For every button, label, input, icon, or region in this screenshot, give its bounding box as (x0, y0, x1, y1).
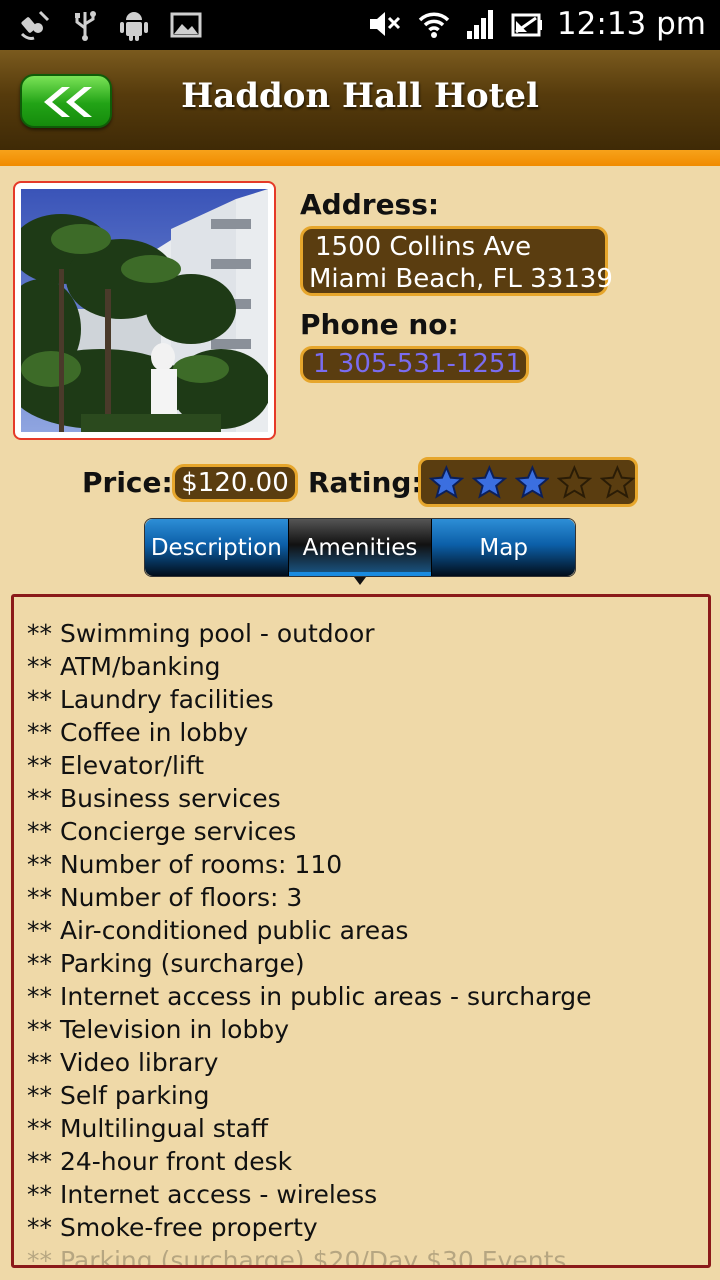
star-filled-icon (471, 465, 507, 499)
address-box: 1500 Collins Ave Miami Beach, FL 33139 (300, 226, 613, 296)
list-item: ** Number of rooms: 110 (27, 850, 343, 879)
list-item: ** Parking (surcharge) (27, 949, 305, 978)
list-item: ** Television in lobby (27, 1015, 289, 1044)
clock: 12:13 pm (556, 6, 706, 42)
hotel-photo-frame (13, 181, 276, 440)
address-line1: 1500 Collins Ave (315, 232, 532, 262)
star-empty-icon (557, 465, 593, 499)
android-icon (120, 12, 148, 41)
list-item: ** Air-conditioned public areas (27, 916, 409, 945)
signal-icon (466, 10, 493, 39)
battery-icon (511, 13, 542, 37)
tab-map[interactable]: Map (432, 519, 576, 576)
list-item: ** Number of floors: 3 (27, 883, 303, 912)
list-item: ** Elevator/lift (27, 751, 205, 780)
list-item: ** Coffee in lobby (27, 718, 249, 747)
list-item: ** Multilingual staff (27, 1114, 269, 1143)
list-item: ** 24-hour front desk (27, 1147, 293, 1176)
status-bar: 12:13 pm (0, 0, 720, 50)
tab-amenities[interactable]: Amenities (288, 519, 433, 585)
star-filled-icon (429, 465, 464, 499)
address-line2: Miami Beach, FL 33139 (309, 264, 613, 294)
star-empty-icon (600, 465, 635, 499)
satellite-icon (20, 10, 50, 40)
list-item: ** Video library (27, 1048, 219, 1077)
rating-stars (418, 457, 638, 507)
list-item: ** Internet access - wireless (27, 1180, 378, 1209)
usb-icon (75, 11, 96, 41)
price-label: Price: (82, 466, 173, 499)
wifi-icon (418, 12, 450, 38)
list-item: ** Business services (27, 784, 281, 813)
list-item: ** Concierge services (27, 817, 297, 846)
title-divider (0, 150, 720, 166)
image-icon (170, 12, 202, 38)
list-item: ** Self parking (27, 1081, 210, 1110)
list-item: ** Swimming pool - outdoor (27, 619, 375, 648)
mute-icon (369, 12, 400, 36)
list-item: ** Laundry facilities (27, 685, 274, 714)
star-filled-icon (514, 465, 550, 499)
tab-description[interactable]: Description (145, 519, 289, 576)
rating-label: Rating: (308, 466, 423, 499)
price-value: $120.00 (172, 464, 298, 502)
list-item: ** Parking (surcharge) $20/Day $30 Event… (27, 1246, 567, 1268)
list-item: ** Internet access in public areas - sur… (27, 982, 592, 1011)
list-item: ** ATM/banking (27, 652, 221, 681)
amenities-list[interactable]: ** Swimming pool - outdoor ** ATM/banking… (11, 594, 711, 1268)
address-label: Address: (300, 188, 440, 221)
list-item: ** Smoke-free property (27, 1213, 318, 1242)
hotel-photo (21, 189, 268, 432)
tab-bar: Description Amenities Map (144, 518, 576, 585)
phone-link[interactable]: 1 305-531-1251 (300, 346, 529, 383)
phone-label: Phone no: (300, 308, 459, 341)
page-title: Haddon Hall Hotel (181, 76, 539, 116)
